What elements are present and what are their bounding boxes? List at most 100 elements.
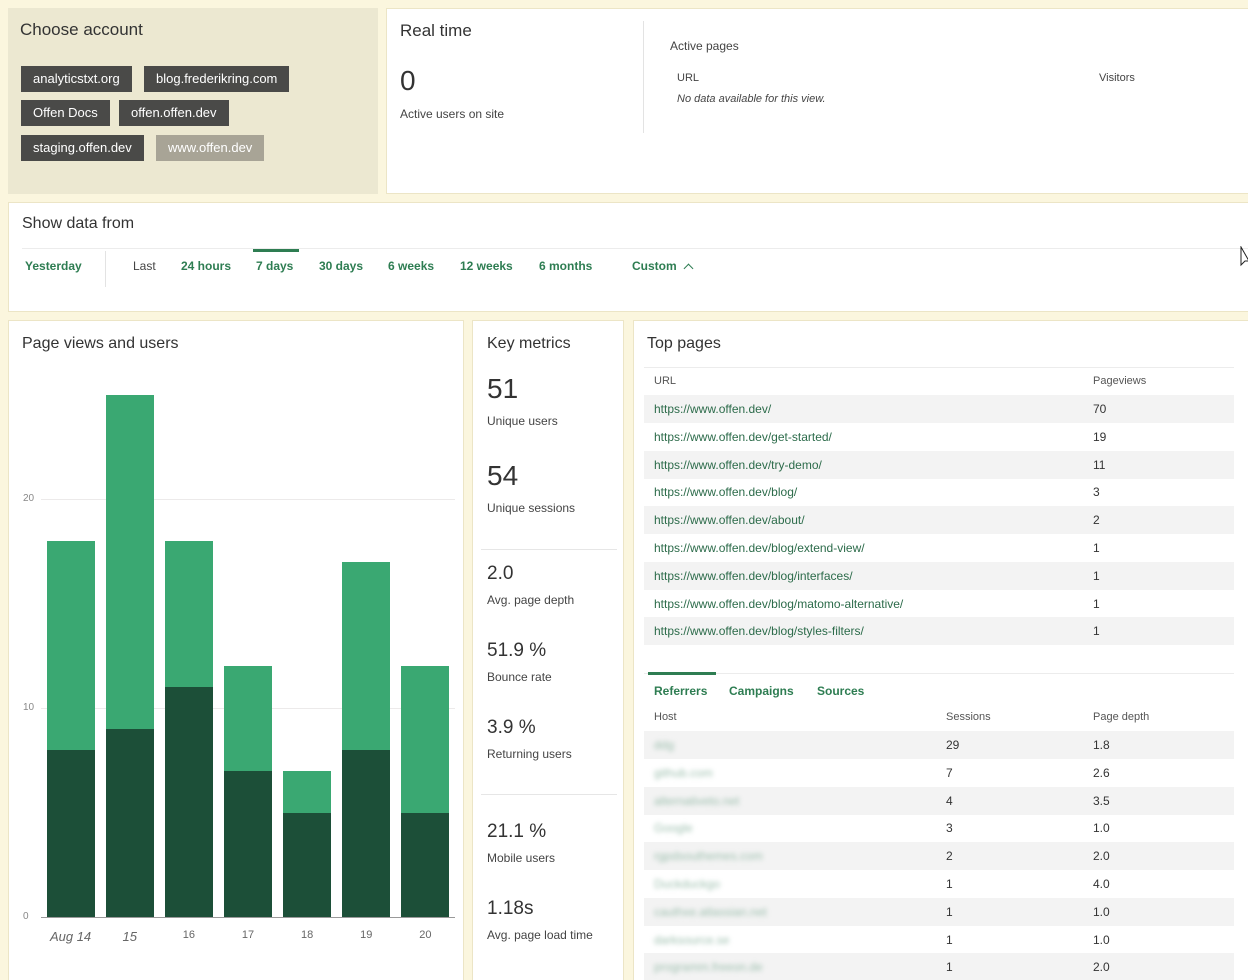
choose-account-title: Choose account: [20, 20, 143, 39]
page-url-link[interactable]: https://www.offen.dev/: [654, 402, 771, 416]
column-header-url: URL: [654, 375, 677, 387]
page-depth-value: 3.5: [1093, 793, 1110, 808]
page-url-link[interactable]: https://www.offen.dev/blog/extend-view/: [654, 541, 865, 555]
column-header-page-depth: Page depth: [1093, 711, 1150, 723]
range-6-weeks[interactable]: 6 weeks: [388, 259, 434, 273]
metric-returning-users-value: 3.9 %: [487, 717, 536, 738]
page-depth-value: 2.0: [1093, 849, 1110, 864]
table-row[interactable]: https://www.offen.dev/blog/styles-filter…: [644, 617, 1234, 646]
divider: [643, 21, 644, 133]
page-url-link[interactable]: https://www.offen.dev/try-demo/: [654, 458, 822, 472]
table-row[interactable]: https://www.offen.dev/blog/interfaces/1: [644, 561, 1234, 590]
divider: [481, 549, 617, 550]
bar-users[interactable]: [224, 770, 272, 917]
x-tick-label: 17: [241, 929, 255, 941]
x-tick-label: 15: [122, 929, 137, 944]
column-header-pageviews: Pageviews: [1093, 375, 1147, 387]
pageviews-value: 1: [1093, 568, 1100, 583]
table-row: Duckduckgo 1 4.0: [644, 870, 1234, 898]
range-6-months[interactable]: 6 months: [539, 259, 592, 273]
account-tag[interactable]: Offen Docs: [21, 100, 110, 126]
referrer-host: github.com: [654, 765, 713, 780]
page-depth-value: 2.0: [1093, 960, 1110, 975]
active-tab-indicator: [648, 672, 716, 675]
page-depth-value: 1.8: [1093, 738, 1110, 752]
bar-users[interactable]: [283, 812, 332, 917]
table-row: ddg 29 1.8: [644, 731, 1234, 759]
metric-page-depth-value: 2.0: [487, 563, 514, 584]
page-depth-value: 1.0: [1093, 904, 1110, 919]
page-url-link[interactable]: https://www.offen.dev/blog/interfaces/: [654, 569, 853, 583]
bar-users[interactable]: [401, 812, 450, 917]
sessions-value: 3: [946, 821, 953, 836]
metric-bounce-rate-label: Bounce rate: [487, 670, 552, 684]
table-row[interactable]: https://www.offen.dev/blog/3: [644, 478, 1234, 506]
page-url-link[interactable]: https://www.offen.dev/blog/: [654, 485, 797, 499]
range-30-days[interactable]: 30 days: [319, 259, 363, 273]
divider: [105, 251, 106, 287]
table-row: programm.freeon.de 1 2.0: [644, 953, 1234, 980]
divider: [644, 673, 1234, 674]
table-row[interactable]: https://www.offen.dev/get-started/19: [644, 423, 1234, 451]
referrer-host: Duckduckgo: [654, 877, 721, 891]
table-row: github.com 7 2.6: [644, 759, 1234, 787]
tab-campaigns[interactable]: Campaigns: [729, 684, 794, 698]
tab-sources[interactable]: Sources: [817, 684, 864, 698]
bar-users[interactable]: [105, 728, 154, 917]
pageviews-chart-panel: Page views and users 0 10 20 Aug 14 15 16 17 18…: [8, 320, 464, 980]
account-tag[interactable]: offen.offen.dev: [119, 100, 229, 126]
chart-plot-area: 0 10 20 Aug 14 15 16 17 18 19 20: [9, 321, 465, 980]
range-last-label: Last: [133, 259, 156, 273]
referrer-host: Google: [654, 821, 693, 836]
real-time-panel: Real time 0 Active users on site Active …: [386, 8, 1248, 194]
column-header-url: URL: [677, 72, 700, 84]
referrer-host: ddg: [654, 738, 675, 752]
x-tick-label: 20: [419, 929, 432, 941]
top-pages-title: Top pages: [647, 335, 721, 352]
page-url-link[interactable]: https://www.offen.dev/about/: [654, 513, 805, 527]
range-custom[interactable]: Custom: [632, 259, 694, 274]
key-metrics-panel: Key metrics 51 Unique users 54 Unique se…: [472, 320, 624, 980]
table-row[interactable]: https://www.offen.dev/70: [644, 395, 1234, 423]
page-url-link[interactable]: https://www.offen.dev/blog/styles-filter…: [654, 624, 864, 638]
x-tick-label: 16: [182, 929, 195, 941]
bar-users[interactable]: [46, 749, 95, 917]
account-tag[interactable]: staging.offen.dev: [21, 135, 144, 161]
metric-unique-sessions-label: Unique sessions: [487, 501, 576, 515]
account-tag-selected[interactable]: www.offen.dev: [156, 135, 265, 161]
page-url-link[interactable]: https://www.offen.dev/get-started/: [654, 430, 832, 444]
tab-referrers[interactable]: Referrers: [654, 684, 707, 698]
table-row: rgpdsouthemes.com 2 2.0: [644, 842, 1234, 871]
chevron-up-icon: [683, 263, 694, 274]
account-tag[interactable]: blog.frederikring.com: [144, 66, 290, 92]
metric-mobile-users-label: Mobile users: [487, 851, 556, 865]
table-row[interactable]: https://www.offen.dev/blog/extend-view/1: [644, 534, 1234, 562]
date-range-title: Show data from: [22, 215, 135, 232]
y-tick-label: 20: [23, 493, 35, 504]
range-7-days[interactable]: 7 days: [256, 259, 293, 273]
active-range-indicator: [253, 249, 299, 252]
bar-users[interactable]: [342, 749, 391, 917]
divider: [481, 794, 617, 795]
bar-users[interactable]: [164, 687, 213, 917]
sessions-value: 1: [946, 904, 953, 919]
page-depth-value: 1.0: [1093, 932, 1110, 947]
referrer-host: alternativeto.net: [654, 793, 740, 808]
range-12-weeks[interactable]: 12 weeks: [460, 259, 513, 273]
table-row[interactable]: https://www.offen.dev/about/2: [644, 506, 1234, 535]
x-tick-label: 19: [360, 929, 373, 941]
active-users-label: Active users on site: [400, 107, 505, 121]
sessions-value: 29: [946, 738, 960, 752]
metric-page-depth-label: Avg. page depth: [487, 593, 575, 607]
account-tag[interactable]: analyticstxt.org: [21, 66, 132, 92]
range-24-hours[interactable]: 24 hours: [181, 259, 231, 273]
sessions-value: 1: [946, 932, 953, 947]
table-row[interactable]: https://www.offen.dev/try-demo/11: [644, 450, 1234, 479]
page-url-link[interactable]: https://www.offen.dev/blog/matomo-altern…: [654, 597, 903, 611]
gridline: [41, 917, 455, 918]
pageviews-value: 2: [1093, 513, 1100, 528]
gridline: [41, 499, 455, 500]
range-yesterday[interactable]: Yesterday: [25, 259, 82, 273]
table-row[interactable]: https://www.offen.dev/blog/matomo-altern…: [644, 590, 1234, 618]
referrer-host: programm.freeon.de: [654, 960, 763, 975]
